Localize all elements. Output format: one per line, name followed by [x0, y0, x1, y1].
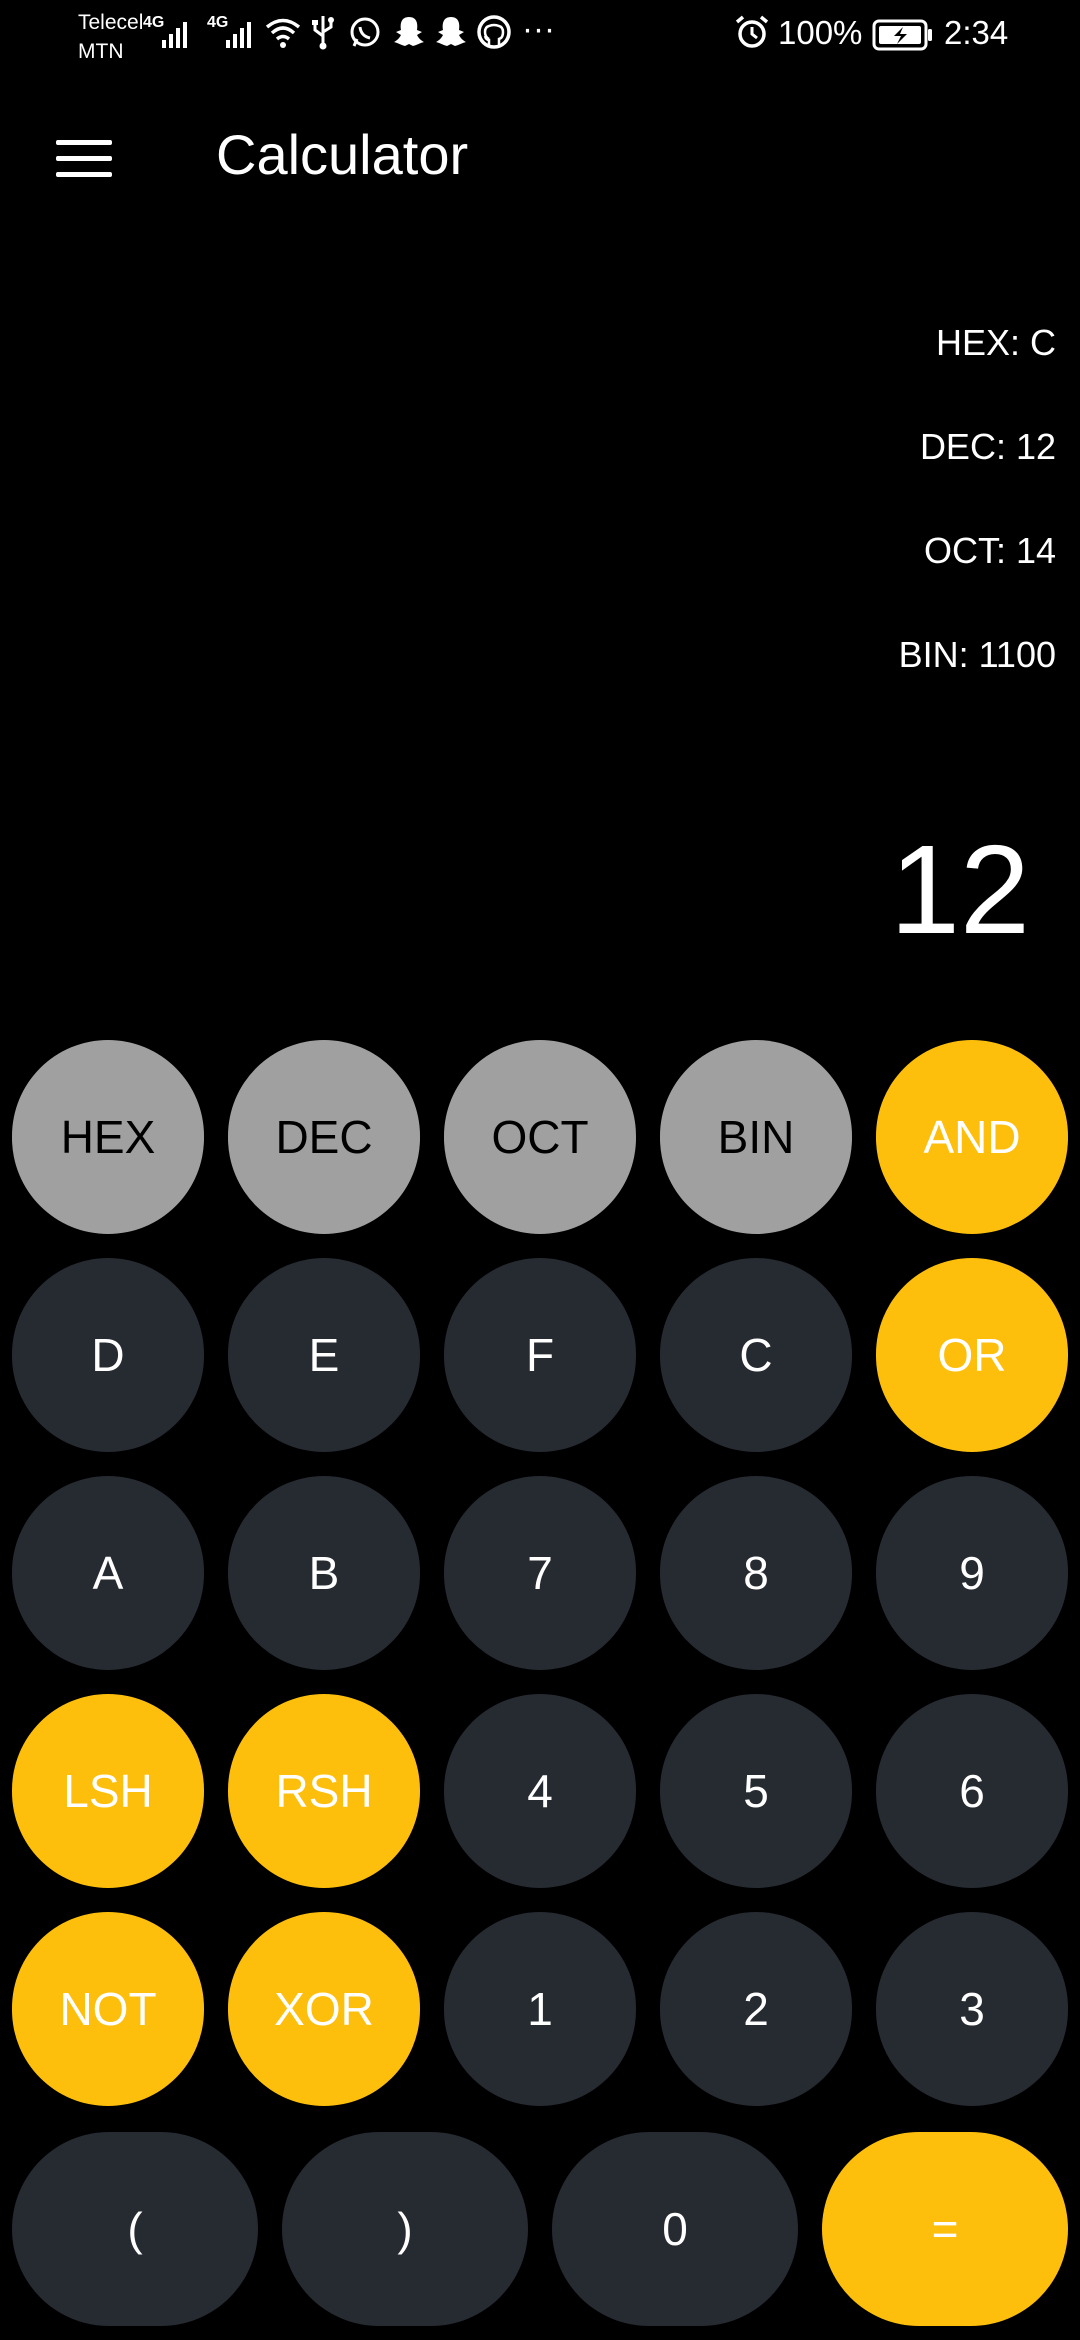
alarm-icon	[735, 15, 769, 48]
snapchat-icon-2	[436, 17, 466, 46]
whatsapp-icon	[350, 17, 380, 47]
or-button[interactable]: OR	[876, 1258, 1068, 1452]
key-f[interactable]: F	[444, 1258, 636, 1452]
oct-mode-button[interactable]: OCT	[444, 1040, 636, 1234]
signal-icon-2	[226, 22, 251, 48]
key-7[interactable]: 7	[444, 1476, 636, 1670]
hamburger-menu-icon[interactable]	[56, 140, 112, 178]
signal-icon	[162, 22, 187, 48]
xor-button[interactable]: XOR	[228, 1912, 420, 2106]
lsh-button[interactable]: LSH	[12, 1694, 204, 1888]
clock: 2:34	[944, 14, 1009, 51]
key-b[interactable]: B	[228, 1476, 420, 1670]
not-button[interactable]: NOT	[12, 1912, 204, 2106]
key-0[interactable]: 0	[552, 2132, 798, 2326]
hex-readout: HEX: C	[935, 322, 1056, 363]
snapchat-icon	[394, 17, 424, 46]
more-notifications: ···	[522, 10, 555, 47]
key-d[interactable]: D	[12, 1258, 204, 1452]
bin-mode-button[interactable]: BIN	[660, 1040, 852, 1234]
key-e[interactable]: E	[228, 1258, 420, 1452]
hex-mode-button[interactable]: HEX	[12, 1040, 204, 1234]
key-9[interactable]: 9	[876, 1476, 1068, 1670]
key-3[interactable]: 3	[876, 1912, 1068, 2106]
carrier-1: Telecel	[78, 11, 144, 34]
open-paren-button[interactable]: (	[12, 2132, 258, 2326]
key-2[interactable]: 2	[660, 1912, 852, 2106]
dec-readout: DEC: 12	[919, 426, 1056, 467]
key-6[interactable]: 6	[876, 1694, 1068, 1888]
key-c[interactable]: C	[660, 1258, 852, 1452]
close-paren-button[interactable]: )	[282, 2132, 528, 2326]
app-title: Calculator	[216, 123, 469, 186]
bin-readout: BIN: 1100	[898, 634, 1056, 675]
carrier-labels: Telecel MTN	[78, 8, 143, 66]
battery-charging-icon	[872, 19, 932, 51]
wifi-icon	[265, 18, 301, 48]
oct-readout: OCT: 14	[923, 530, 1056, 571]
and-button[interactable]: AND	[876, 1040, 1068, 1234]
key-a[interactable]: A	[12, 1476, 204, 1670]
key-4[interactable]: 4	[444, 1694, 636, 1888]
battery-percent: 100%	[778, 14, 863, 51]
result-display: 12	[889, 819, 1030, 960]
dec-mode-button[interactable]: DEC	[228, 1040, 420, 1234]
status-bar: Telecel MTN 4G 4G ··· 100% 2:34	[0, 0, 1080, 72]
carrier-2: MTN	[78, 40, 124, 63]
key-1[interactable]: 1	[444, 1912, 636, 2106]
usb-icon	[312, 16, 334, 50]
github-icon	[477, 15, 511, 49]
equals-button[interactable]: =	[822, 2132, 1068, 2326]
rsh-button[interactable]: RSH	[228, 1694, 420, 1888]
key-8[interactable]: 8	[660, 1476, 852, 1670]
key-5[interactable]: 5	[660, 1694, 852, 1888]
